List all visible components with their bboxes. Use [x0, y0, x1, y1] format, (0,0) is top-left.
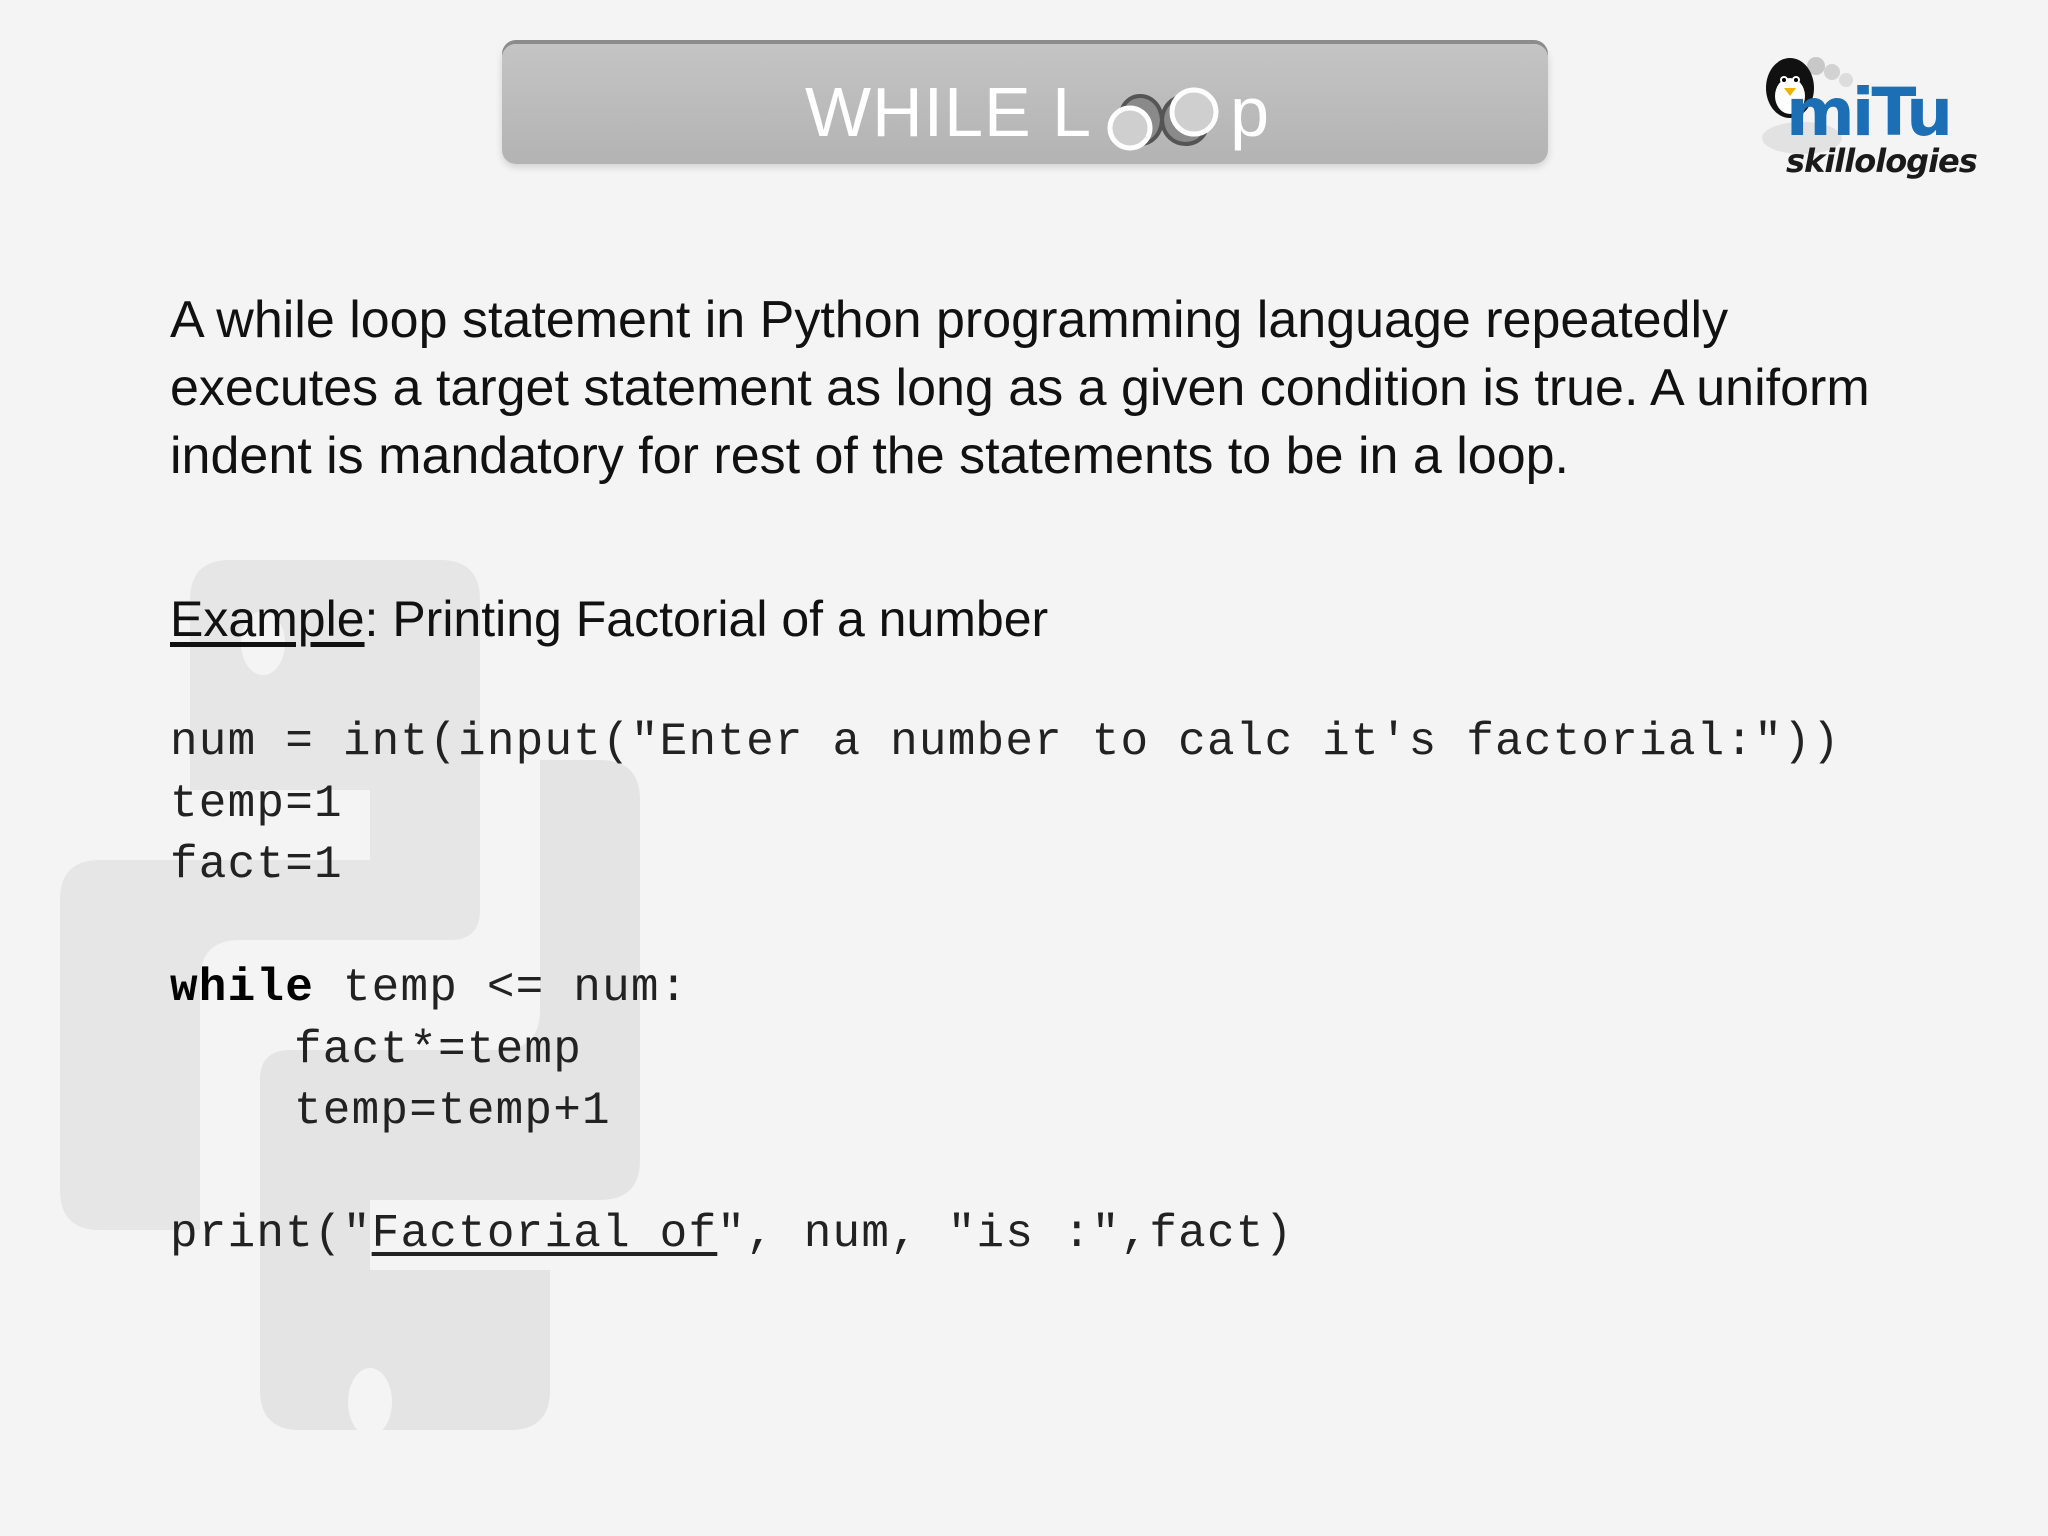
description-paragraph: A while loop statement in Python program…: [170, 291, 1870, 485]
title-text-part1: WHILE L: [805, 73, 1093, 151]
code-block: num = int(input("Enter a number to calc …: [170, 712, 1841, 1266]
code-line: print("Factorial of", num, "is :",fact): [170, 1204, 1841, 1266]
code-print-end: ", num, "is :",fact): [717, 1208, 1294, 1260]
code-line: fact=1: [170, 839, 343, 891]
code-line: fact*=temp: [170, 1020, 1841, 1082]
slide-title: WHILE L p: [805, 62, 1270, 162]
code-keyword-while: while: [170, 962, 315, 1014]
title-text-part2: p: [1230, 73, 1271, 151]
code-print-start: print(": [170, 1208, 372, 1260]
example-label: Example: [170, 591, 365, 647]
code-indented-statement: temp=temp+1: [294, 1085, 611, 1137]
logo-text-skillologies: skillologies: [1786, 142, 1978, 180]
code-line: temp=temp+1: [170, 1081, 1841, 1143]
mitu-logo: miTu skillologies: [1748, 50, 1978, 190]
example-heading: Example: Printing Factorial of a number: [170, 590, 1048, 648]
code-line: num = int(input("Enter a number to calc …: [170, 716, 1841, 768]
code-line: while temp <= num:: [170, 958, 1841, 1020]
code-indented-statement: fact*=temp: [294, 1023, 583, 1076]
code-print-underlined: Factorial of: [371, 1208, 718, 1260]
infinity-loop-icon: [1107, 87, 1219, 151]
code-line: temp=1: [170, 777, 343, 830]
example-text: : Printing Factorial of a number: [364, 591, 1049, 647]
code-while-condition: temp <= num:: [314, 962, 689, 1014]
logo-text-mitu: miTu: [1786, 74, 1953, 151]
